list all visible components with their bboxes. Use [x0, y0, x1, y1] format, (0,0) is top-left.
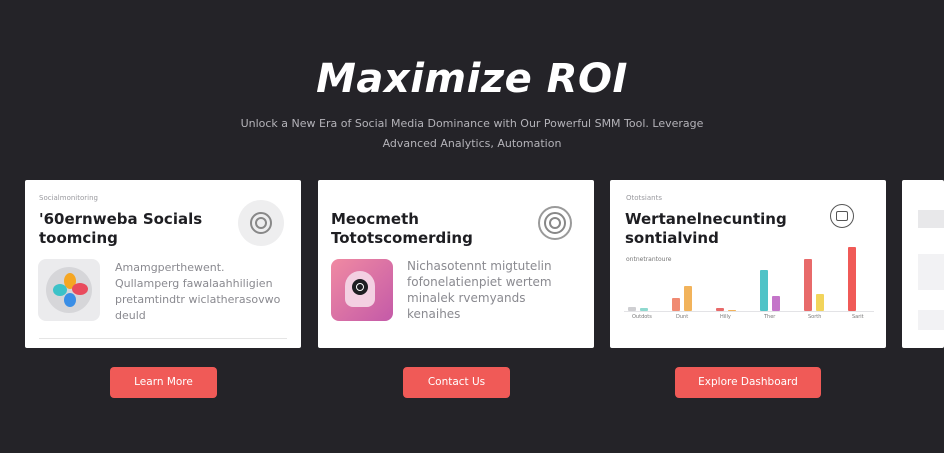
chart-bar [772, 296, 780, 311]
bar-chart: Outdots Dunt Hilly Ther Sorth Sarit [610, 180, 886, 348]
feature-card-social-monitoring: Socialmonitoring '60ernweba Socials toom… [25, 180, 301, 348]
hero-subtitle: Unlock a New Era of Social Media Dominan… [240, 117, 704, 150]
feature-card-partial [902, 180, 944, 348]
x-tick-label: Dunt [676, 314, 689, 320]
feature-card-content: Meocmeth Tototscomerding Nichasotennt mi… [318, 180, 594, 348]
feature-card-analytics: Ototsiants Wertanelnecunting sontialvind… [610, 180, 886, 348]
placeholder-block [918, 210, 944, 228]
learn-more-button[interactable]: Learn More [110, 367, 217, 398]
x-tick-label: Ther [764, 314, 776, 320]
chart-bar [760, 270, 768, 311]
x-axis-line [624, 311, 874, 312]
card-title: Meocmeth Tototscomerding [331, 210, 473, 247]
hero-title: Maximize ROI [316, 56, 628, 102]
contact-us-button[interactable]: Contact Us [403, 367, 510, 398]
chart-bar [804, 258, 812, 311]
card-title: '60ernweba Socials toomcing [39, 210, 203, 247]
placeholder-block [918, 254, 944, 290]
x-tick-label: Outdots [632, 314, 652, 320]
chart-bar [684, 286, 692, 311]
explore-dashboard-button[interactable]: Explore Dashboard [675, 367, 821, 398]
chart-bar [816, 293, 824, 311]
spiral-icon [532, 200, 578, 246]
chart-bar [672, 297, 680, 311]
head-gear-icon [331, 259, 393, 321]
spiral-icon [238, 200, 284, 246]
divider [39, 338, 287, 339]
placeholder-block [918, 310, 944, 330]
x-tick-label: Sarit [852, 314, 864, 320]
card-caption: Socialmonitoring [39, 194, 98, 202]
card-description: Amamgperthewent. Qullamperg fawalaahhili… [115, 261, 281, 322]
chart-bar [848, 246, 856, 311]
x-tick-label: Sorth [808, 314, 822, 320]
x-tick-label: Hilly [720, 314, 731, 320]
color-petals-icon [38, 259, 100, 321]
card-description: Nichasotennt migtutelin fofonelatienpiet… [407, 259, 552, 321]
